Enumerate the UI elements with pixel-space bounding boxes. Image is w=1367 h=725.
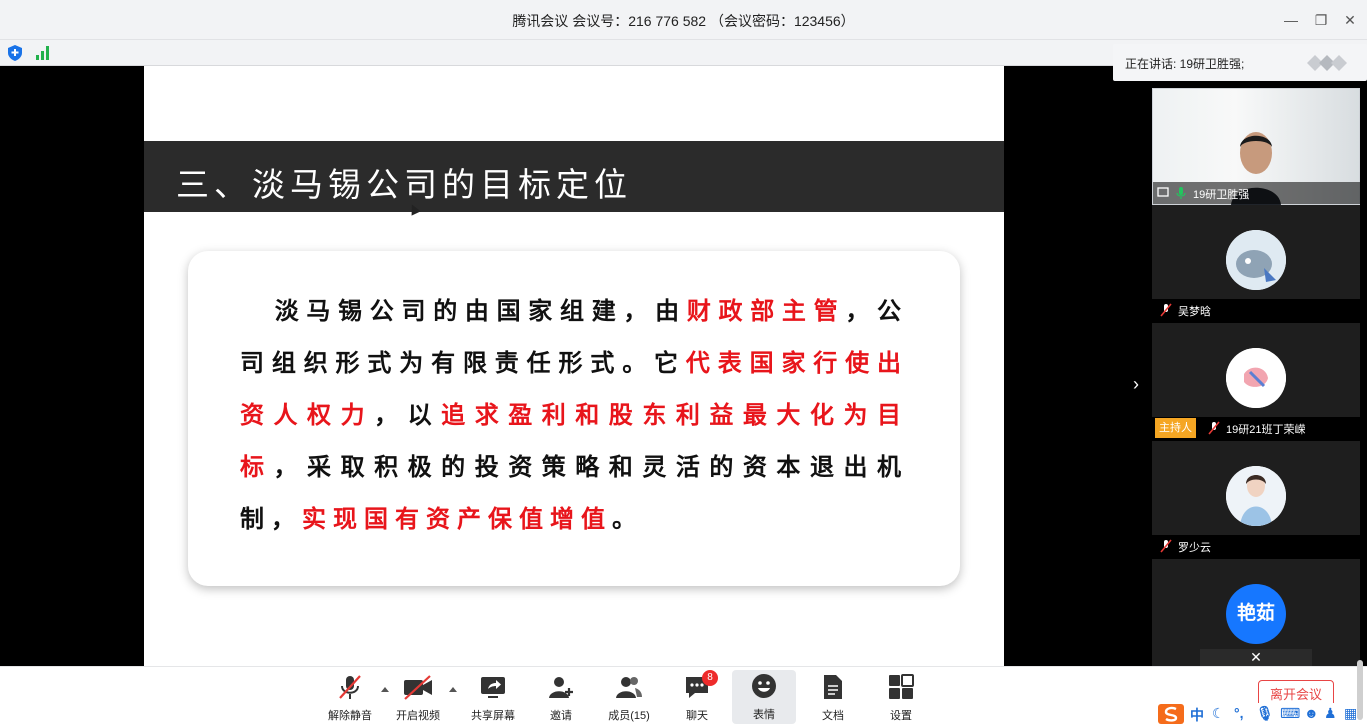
close-icon[interactable]: ✕ — [1340, 10, 1360, 30]
restore-icon[interactable]: ❐ — [1311, 10, 1331, 30]
emoji-icon — [752, 674, 776, 698]
participant-namebar: 吴梦晗 — [1152, 299, 1360, 321]
apps-grid-icon — [889, 674, 914, 699]
participant-name: 19研21班丁荣嵘 — [1226, 424, 1306, 436]
collapse-sidebar-icon[interactable]: ✕ — [1200, 649, 1312, 666]
unmute-button[interactable]: 解除静音 — [318, 671, 382, 723]
invite-button[interactable]: 邀请 — [529, 671, 593, 723]
reactions-label: 表情 — [753, 709, 775, 721]
invite-label: 邀请 — [550, 710, 572, 722]
members-button[interactable]: 成员(15) — [597, 671, 661, 723]
window-titlebar: 腾讯会议 会议号：216 776 582 （会议密码：123456） — ❐ ✕ — [0, 0, 1367, 40]
avatar-image — [1226, 466, 1286, 526]
text-segment: 淡马锡公司的由国家组建，由 — [274, 296, 687, 325]
participant-tile[interactable]: 罗少云 — [1152, 441, 1360, 557]
avatar — [1226, 230, 1286, 290]
participant-tile[interactable]: 艳茹 ✕ — [1152, 559, 1360, 666]
minimize-icon[interactable]: — — [1281, 10, 1301, 30]
active-speaker-bar: 正在讲话: 19研卫胜强; — [1113, 44, 1367, 81]
mic-muted-icon — [1208, 421, 1220, 435]
participant-name: 吴梦晗 — [1178, 306, 1211, 318]
highlight-segment: 实现国有资产保值增值 — [302, 504, 612, 533]
reactions-button[interactable]: 表情 — [732, 670, 796, 724]
mic-muted-icon — [1160, 303, 1172, 317]
share-screen-button[interactable]: 共享屏幕 — [461, 671, 525, 723]
start-video-button[interactable]: 开启视频 — [386, 671, 450, 723]
chat-unread-badge: 8 — [702, 670, 718, 686]
camera-off-icon — [404, 675, 432, 700]
settings-label: 设置 — [890, 710, 912, 722]
chat-button[interactable]: 聊天 — [665, 671, 729, 723]
avatar-image — [1226, 230, 1286, 290]
share-screen-icon — [481, 677, 505, 698]
ime-keyboard-icon[interactable]: ⌨ — [1280, 705, 1300, 722]
highlight-segment: 财政部主管 — [686, 296, 846, 325]
text-segment: ，以 — [374, 400, 442, 429]
video-options-caret-icon[interactable] — [449, 687, 457, 692]
participant-tile-video[interactable]: 19研卫胜强 — [1152, 88, 1361, 205]
participant-name: 罗少云 — [1178, 542, 1211, 554]
ime-mic-icon[interactable]: 🎙 — [1256, 705, 1274, 722]
settings-button[interactable]: 设置 — [869, 671, 933, 723]
participant-namebar: 19研卫胜强 — [1153, 182, 1361, 204]
slide-content-card: 淡马锡公司的由国家组建，由财政部主管，公司组织形式为有限责任形式。它代表国家行使… — [188, 251, 960, 586]
text-segment: 。 — [612, 504, 643, 533]
ime-punct-icon[interactable]: °, — [1234, 705, 1244, 721]
document-icon — [824, 675, 842, 699]
slide-paragraph: 淡马锡公司的由国家组建，由财政部主管，公司组织形式为有限责任形式。它代表国家行使… — [240, 285, 908, 545]
participant-namebar: 罗少云 — [1152, 535, 1360, 557]
ime-mode-indicator[interactable]: 中 — [1190, 705, 1204, 725]
slide-title: 三、淡马锡公司的目标定位 — [176, 165, 632, 204]
avatar — [1226, 348, 1286, 408]
members-label: 成员(15) — [608, 710, 650, 722]
slide-header: 三、淡马锡公司的目标定位 — [144, 141, 1004, 212]
avatar: 艳茹 — [1226, 584, 1286, 644]
avatar-image — [1226, 348, 1286, 408]
audio-wave-icon — [1307, 55, 1347, 71]
sidebar-scrollbar[interactable] — [1357, 660, 1363, 720]
ime-moon-icon[interactable]: ☾ — [1212, 705, 1225, 722]
screen-share-icon — [1157, 187, 1169, 197]
host-badge: 主持人 — [1155, 418, 1196, 438]
members-icon — [616, 677, 642, 698]
share-screen-label: 共享屏幕 — [471, 710, 515, 722]
participant-tile[interactable]: 主持人 19研21班丁荣嵘 — [1152, 323, 1360, 439]
window-title: 腾讯会议 会议号：216 776 582 （会议密码：123456） — [512, 13, 855, 29]
avatar — [1226, 466, 1286, 526]
shared-slide: 三、淡马锡公司的目标定位 淡马锡公司的由国家组建，由财政部主管，公司组织形式为有… — [144, 66, 1004, 666]
security-shield-icon[interactable] — [8, 45, 22, 61]
add-user-icon — [549, 677, 573, 698]
documents-button[interactable]: 文档 — [801, 671, 865, 723]
documents-label: 文档 — [822, 710, 844, 722]
active-speaker-label: 正在讲话: 19研卫胜强; — [1125, 57, 1245, 71]
ime-toolbar: 中 ☾ °, 🎙 ⌨ ☻ ♟ ▦ — [1156, 703, 1367, 725]
ime-user-icon[interactable]: ☻ — [1304, 705, 1319, 721]
mic-muted-icon — [1160, 539, 1172, 553]
participant-namebar: 主持人 19研21班丁荣嵘 — [1152, 417, 1360, 439]
unmute-label: 解除静音 — [328, 710, 372, 722]
sogou-logo-icon[interactable] — [1158, 704, 1184, 724]
start-video-label: 开启视频 — [396, 710, 440, 722]
chevron-right-icon[interactable]: › — [1133, 374, 1145, 394]
chat-label: 聊天 — [686, 710, 708, 722]
participant-name: 19研卫胜强 — [1193, 189, 1250, 201]
ime-tools-icon[interactable]: ▦ — [1344, 705, 1357, 722]
network-signal-icon[interactable] — [36, 45, 50, 60]
mic-muted-icon — [339, 675, 361, 699]
mic-on-icon — [1176, 187, 1186, 199]
ime-skin-icon[interactable]: ♟ — [1324, 705, 1337, 722]
participant-tile[interactable]: 吴梦晗 — [1152, 205, 1360, 321]
